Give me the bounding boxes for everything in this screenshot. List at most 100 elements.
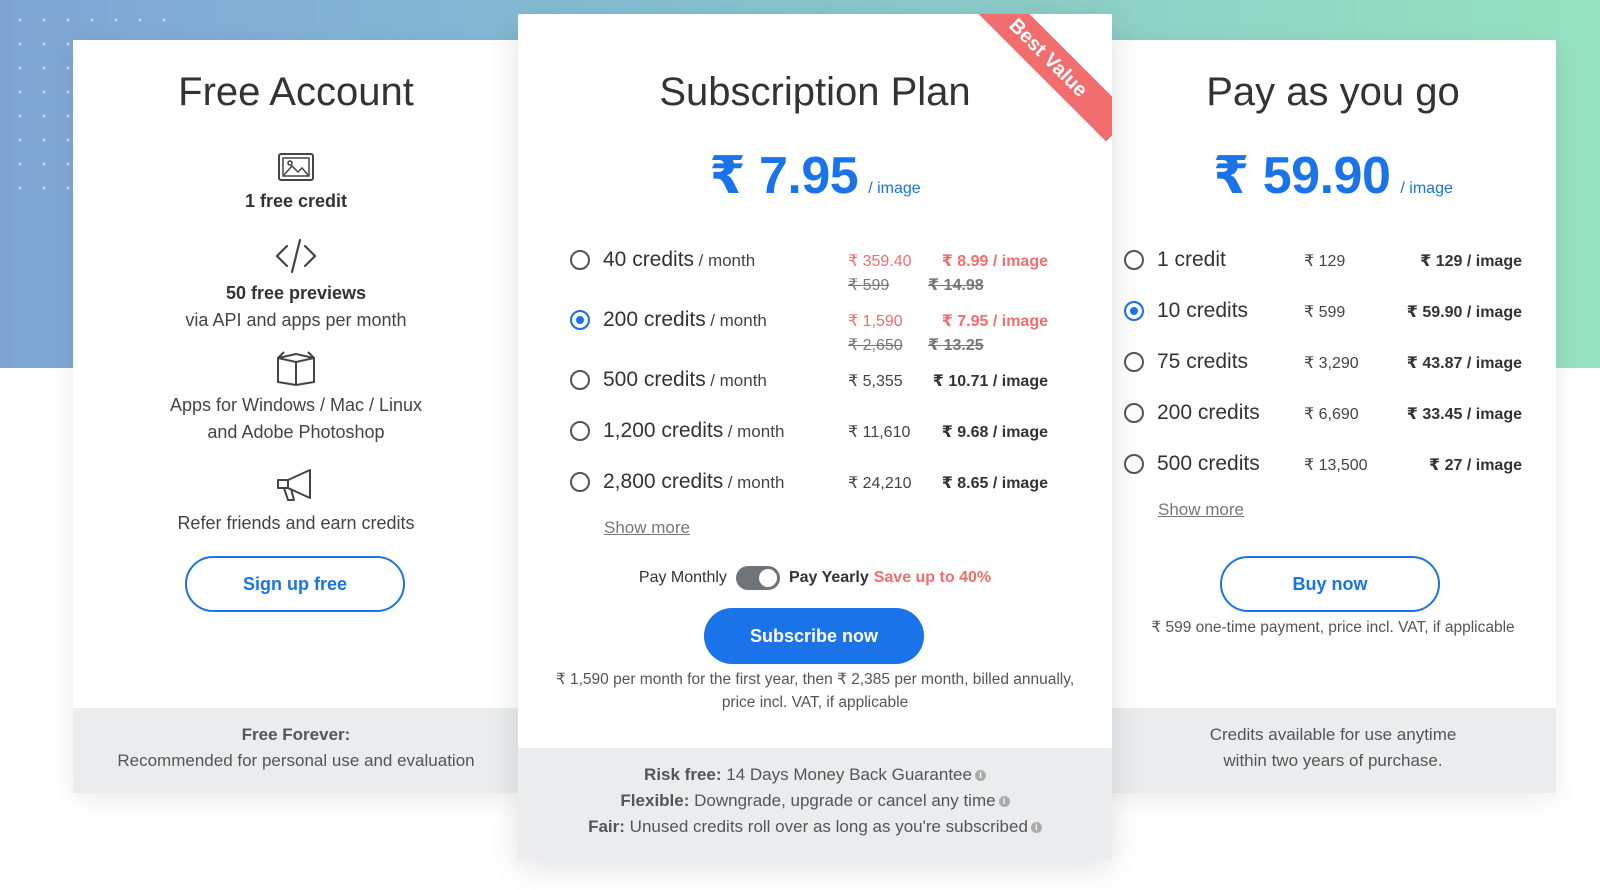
subscribe-now-button[interactable]: Subscribe now <box>704 608 924 664</box>
radio-button[interactable] <box>1124 403 1144 423</box>
price-amount: ₹ 7.95 <box>709 147 859 205</box>
per-image-value: ₹ 33.45 / image <box>1406 406 1522 423</box>
card-title: Pay as you go <box>1206 70 1460 114</box>
credits-label: 1,200 credits <box>603 419 724 442</box>
price-column: ₹ 1,590 ₹ 2,650 <box>848 310 938 358</box>
footer-text: Downgrade, upgrade or cancel any time <box>694 791 996 810</box>
pay-yearly-label[interactable]: Pay Yearly <box>789 569 869 587</box>
period-label: / month <box>710 371 767 390</box>
original-price: ₹ 599 <box>848 277 890 294</box>
original-per-image: ₹ 13.25 <box>928 337 984 354</box>
feature-free-credit: 1 free credit <box>73 152 519 215</box>
box-icon <box>277 351 315 386</box>
price-value: ₹ 129 <box>1304 253 1346 270</box>
price-value: ₹ 6,690 <box>1304 406 1359 423</box>
fine-print-line: ₹ 1,590 per month for the first year, th… <box>555 671 1075 688</box>
feature-subtext: and Adobe Photoshop <box>207 422 385 442</box>
footer-text: 14 Days Money Back Guarantee <box>726 765 972 784</box>
credits-label: 1 credit <box>1157 248 1226 271</box>
period-label: / month <box>710 311 767 330</box>
period-label: / month <box>727 422 785 441</box>
credits-label: 200 credits <box>603 308 706 331</box>
card-title: Free Account <box>178 70 414 114</box>
price-unit: / image <box>868 180 921 197</box>
plan-row[interactable]: 1,200 credits / month <box>570 419 847 443</box>
plan-row[interactable]: 200 credits / month <box>570 308 847 332</box>
credits-label: 200 credits <box>1157 401 1260 424</box>
show-more-link[interactable]: Show more <box>1158 500 1244 520</box>
feature-text: Apps for Windows / Mac / Linux <box>169 395 423 415</box>
radio-button-selected[interactable] <box>1124 301 1144 321</box>
discount-price: ₹ 359.40 <box>848 253 912 270</box>
card-title: Subscription Plan <box>659 70 971 114</box>
fine-print-line: price incl. VAT, if applicable <box>721 694 909 711</box>
per-image-column: ₹ 8.99 / image ₹ 14.98 <box>928 250 1048 298</box>
radio-button[interactable] <box>1124 250 1144 270</box>
credit-pack-row[interactable]: 75 credits <box>1124 350 1305 374</box>
per-image-value: ₹ 43.87 / image <box>1406 355 1522 372</box>
credits-label: 2,800 credits <box>603 470 724 493</box>
save-badge: Save up to 40% <box>873 569 992 586</box>
footer-label: Fair: <box>588 817 625 836</box>
credit-pack-row[interactable]: 10 credits <box>1124 299 1305 323</box>
feature-text: 1 free credit <box>244 191 348 211</box>
credit-pack-row[interactable]: 200 credits <box>1124 401 1305 425</box>
info-icon[interactable]: i <box>998 796 1010 808</box>
price-value: ₹ 599 <box>1304 304 1346 321</box>
radio-button[interactable] <box>1124 454 1144 474</box>
code-icon <box>275 238 317 274</box>
footer-text: Recommended for personal use and evaluat… <box>117 751 475 770</box>
footer-text: Credits available for use anytime <box>1209 725 1457 744</box>
buy-now-button[interactable]: Buy now <box>1220 556 1440 612</box>
plan-row[interactable]: 2,800 credits / month <box>570 470 847 494</box>
guarantee-fair: Fair: Unused credits roll over as long a… <box>518 814 1112 840</box>
discount-price: ₹ 1,590 <box>848 313 903 330</box>
plan-row[interactable]: 500 credits / month <box>570 368 847 392</box>
period-label: / month <box>698 251 756 270</box>
radio-button[interactable] <box>1124 352 1144 372</box>
credits-label: 500 credits <box>1157 452 1260 475</box>
radio-button[interactable] <box>570 421 590 441</box>
free-card-footer: Free Forever: Recommended for personal u… <box>73 708 519 793</box>
headline-price: ₹ 7.95 / image <box>518 146 1112 206</box>
radio-button[interactable] <box>570 250 590 270</box>
radio-button[interactable] <box>570 370 590 390</box>
headline-price: ₹ 59.90 / image <box>1110 146 1556 206</box>
info-icon[interactable]: i <box>974 770 986 782</box>
footer-text: within two years of purchase. <box>1223 751 1443 770</box>
feature-subtext: via API and apps per month <box>185 310 407 330</box>
per-image-value: ₹ 27 / image <box>1429 457 1522 474</box>
feature-refer: Refer friends and earn credits <box>73 466 519 537</box>
subscription-card-footer: Risk free: 14 Days Money Back Guarantee i… <box>518 748 1112 859</box>
footer-title: Free Forever: <box>241 725 351 744</box>
credits-label: 40 credits <box>603 248 695 271</box>
info-icon[interactable]: i <box>1030 822 1042 834</box>
free-account-card: Free Account 1 free credit 50 free previ… <box>73 40 519 793</box>
credit-pack-row[interactable]: 500 credits <box>1124 452 1305 476</box>
megaphone-icon <box>277 469 311 501</box>
guarantee-flexible: Flexible: Downgrade, upgrade or cancel a… <box>518 788 1112 814</box>
original-price: ₹ 2,650 <box>848 337 903 354</box>
billing-toggle-row: Pay Monthly Pay Yearly Save up to 40% <box>518 566 1112 590</box>
credits-label: 500 credits <box>603 368 706 391</box>
feature-text: 50 free previews <box>225 283 367 303</box>
credit-pack-row[interactable]: 1 credit <box>1124 248 1305 272</box>
pay-monthly-label[interactable]: Pay Monthly <box>639 569 727 587</box>
radio-button[interactable] <box>570 472 590 492</box>
credits-label: 10 credits <box>1157 299 1249 322</box>
period-label: / month <box>727 473 785 492</box>
price-value: ₹ 3,290 <box>1304 355 1359 372</box>
per-image-value: ₹ 129 / image <box>1420 253 1522 270</box>
plan-row[interactable]: 40 credits / month <box>570 248 847 272</box>
price-value: ₹ 24,210 <box>848 475 912 492</box>
price-value: ₹ 11,610 <box>848 424 911 441</box>
price-column: ₹ 359.40 ₹ 599 <box>848 250 938 298</box>
feature-free-previews: 50 free previews via API and apps per mo… <box>73 238 519 334</box>
show-more-link[interactable]: Show more <box>604 518 690 538</box>
sign-up-free-button[interactable]: Sign up free <box>185 556 405 612</box>
toggle-knob <box>758 569 777 587</box>
price-amount: ₹ 59.90 <box>1213 147 1391 205</box>
billing-toggle-switch[interactable] <box>735 566 780 590</box>
original-per-image: ₹ 14.98 <box>928 277 984 294</box>
radio-button-selected[interactable] <box>570 310 590 330</box>
